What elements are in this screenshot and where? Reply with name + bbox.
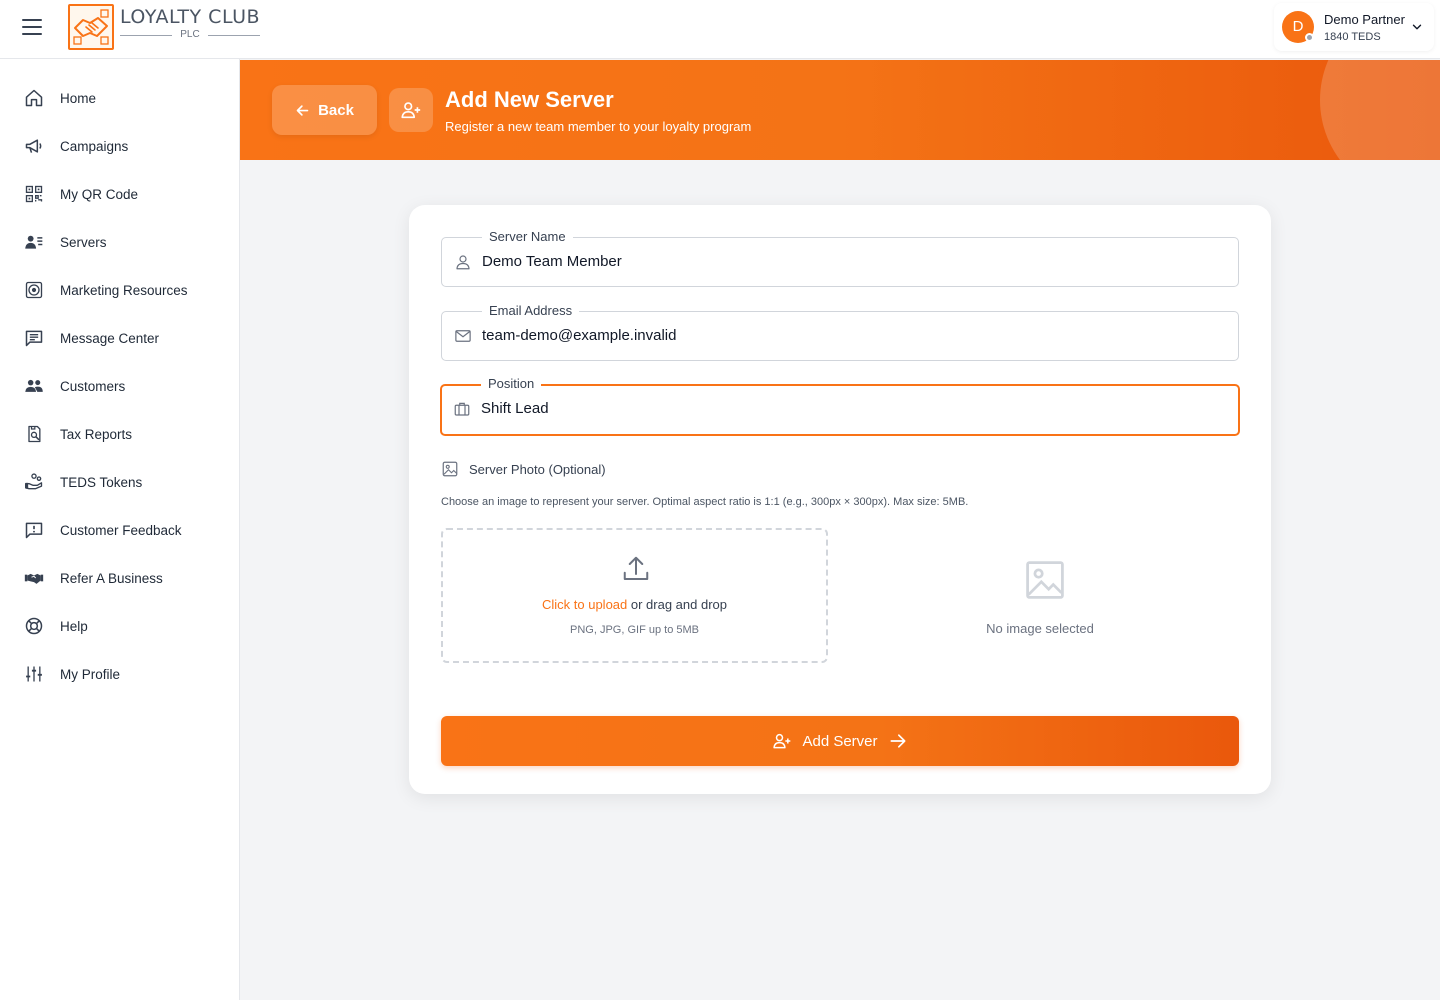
handshake-logo-icon [73, 9, 109, 45]
user-points: 1840 TEDS [1324, 31, 1381, 43]
sidebar-item-label: Customers [60, 378, 126, 394]
brand-sub: PLC [120, 29, 260, 40]
email-field[interactable]: Email Address team-demo@example.invalid [441, 303, 1239, 361]
user-plus-icon [773, 733, 791, 749]
user-menu[interactable]: D Demo Partner 1840 TEDS [1274, 3, 1434, 51]
sidebar-item-label: My QR Code [60, 186, 139, 202]
sidebar-item-label: Campaigns [60, 138, 129, 154]
top-bar: LOYALTY CLUB PLC D Demo Partner 1840 TED… [0, 0, 1440, 59]
no-image-text: No image selected [986, 621, 1094, 636]
feedback-icon [25, 522, 43, 539]
sidebar-item-label: Message Center [60, 330, 160, 346]
sidebar-item-campaigns[interactable]: Campaigns [0, 122, 239, 170]
page-subtitle: Register a new team member to your loyal… [445, 119, 752, 134]
sidebar-item-my-profile[interactable]: My Profile [0, 650, 239, 698]
photo-label-text: Server Photo (Optional) [469, 461, 606, 477]
arrow-left-icon [296, 104, 309, 116]
sidebar-item-label: Refer A Business [60, 570, 163, 586]
add-server-button[interactable]: Add Server [441, 716, 1239, 766]
sidebar-item-label: Customer Feedback [60, 522, 182, 538]
page-header-banner: Back Add New Server Register a new team … [240, 60, 1440, 160]
megaphone-icon [25, 139, 42, 153]
sidebar-item-qr-code[interactable]: My QR Code [0, 170, 239, 218]
drag-drop-text: or drag and drop [627, 597, 727, 612]
sidebar-item-help[interactable]: Help [0, 602, 239, 650]
add-user-badge [389, 88, 433, 132]
back-button[interactable]: Back [272, 85, 377, 135]
sidebar-item-label: Home [60, 90, 97, 106]
sidebar-item-label: Marketing Resources [60, 282, 188, 298]
position-input[interactable]: Shift Lead [481, 400, 549, 417]
sidebar-item-label: Servers [60, 234, 107, 250]
brand: LOYALTY CLUB PLC [120, 6, 260, 40]
tokens-icon [25, 473, 43, 490]
photo-help-text: Choose an image to represent your server… [441, 496, 969, 508]
sidebar-item-message-center[interactable]: Message Center [0, 314, 239, 362]
sidebar-item-teds-tokens[interactable]: TEDS Tokens [0, 458, 239, 506]
servers-icon [25, 235, 43, 249]
lifebuoy-icon [25, 617, 43, 635]
image-placeholder-icon [1026, 561, 1064, 599]
email-input[interactable]: team-demo@example.invalid [482, 327, 676, 344]
user-name: Demo Partner [1324, 12, 1405, 27]
sidebar-item-home[interactable]: Home [0, 74, 239, 122]
photo-preview: No image selected [986, 558, 1101, 636]
position-label: Position [481, 376, 542, 392]
sidebar: Home Campaigns My QR Code Servers Market… [0, 59, 240, 1000]
chevron-down-icon[interactable] [1410, 20, 1424, 34]
add-server-form: Server Name Demo Team Member Email Addre… [409, 205, 1271, 794]
user-plus-icon [401, 102, 421, 119]
briefcase-icon [454, 402, 470, 416]
upload-icon [623, 556, 649, 580]
customers-icon [25, 379, 43, 392]
upload-file-types: PNG, JPG, GIF up to 5MB [570, 624, 699, 636]
image-icon [442, 461, 458, 477]
add-server-label: Add Server [802, 732, 878, 750]
sidebar-item-tax-reports[interactable]: Tax Reports [0, 410, 239, 458]
decorative-circle [1320, 60, 1440, 160]
sidebar-item-refer-business[interactable]: Refer A Business [0, 554, 239, 602]
sidebar-item-label: Tax Reports [60, 426, 133, 442]
server-name-input[interactable]: Demo Team Member [482, 253, 622, 270]
sidebar-item-customers[interactable]: Customers [0, 362, 239, 410]
brand-logo[interactable] [68, 4, 114, 50]
sidebar-item-customer-feedback[interactable]: Customer Feedback [0, 506, 239, 554]
home-icon [25, 89, 43, 107]
sidebar-item-label: Help [60, 618, 88, 634]
sliders-icon [26, 666, 42, 682]
page-title: Add New Server [445, 87, 614, 112]
brand-name: LOYALTY CLUB [120, 6, 261, 28]
user-icon [456, 255, 470, 270]
server-name-field[interactable]: Server Name Demo Team Member [441, 229, 1239, 287]
qr-code-icon [25, 185, 43, 203]
back-button-label: Back [318, 101, 354, 119]
sidebar-item-label: TEDS Tokens [60, 474, 143, 490]
status-dot [1305, 33, 1314, 42]
sidebar-item-marketing-resources[interactable]: Marketing Resources [0, 266, 239, 314]
sidebar-item-label: My Profile [60, 666, 121, 682]
arrow-right-icon [890, 734, 906, 748]
upload-instructions: Click to upload or drag and drop [443, 597, 826, 612]
mail-icon [455, 330, 471, 342]
position-field[interactable]: Position Shift Lead [440, 376, 1240, 436]
photo-section-label: Server Photo (Optional) [441, 460, 606, 478]
target-icon [25, 281, 43, 299]
tax-report-icon [28, 425, 41, 443]
handshake-icon [24, 573, 44, 584]
hamburger-menu-icon[interactable] [22, 19, 42, 35]
message-icon [25, 330, 43, 347]
photo-upload-dropzone[interactable]: Click to upload or drag and drop PNG, JP… [441, 528, 828, 663]
sidebar-item-servers[interactable]: Servers [0, 218, 239, 266]
click-to-upload-link[interactable]: Click to upload [542, 597, 627, 612]
email-label: Email Address [482, 303, 580, 319]
server-name-label: Server Name [482, 229, 573, 245]
